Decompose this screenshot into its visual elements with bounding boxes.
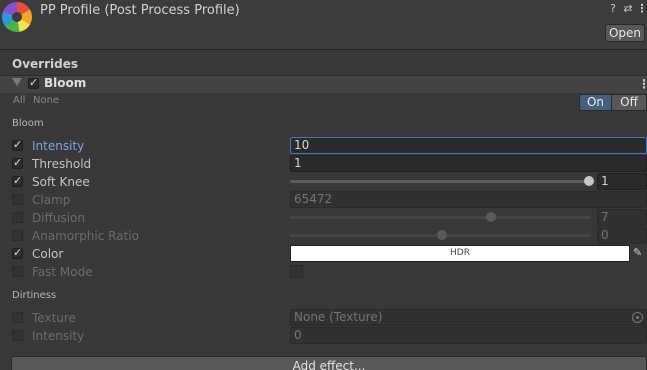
- texture-object-field[interactable]: None (Texture): [290, 309, 647, 326]
- dirt-intensity-override-checkbox[interactable]: [12, 330, 23, 341]
- threshold-override-checkbox[interactable]: [12, 156, 23, 169]
- on-toggle-button[interactable]: On: [579, 94, 612, 111]
- fast-mode-checkbox[interactable]: [290, 265, 303, 278]
- add-effect-button[interactable]: Add effect...: [11, 356, 647, 370]
- diffusion-slider-thumb[interactable]: [486, 212, 496, 222]
- diffusion-override-checkbox[interactable]: [12, 212, 23, 223]
- profile-title: PP Profile (Post Process Profile): [40, 3, 240, 18]
- open-button[interactable]: Open: [605, 24, 645, 42]
- overrides-heading: Overrides: [12, 57, 78, 71]
- soft-knee-field[interactable]: 1: [597, 173, 647, 190]
- fast-mode-override-checkbox[interactable]: [12, 266, 23, 277]
- clamp-field[interactable]: 65472: [290, 191, 647, 208]
- anamorphic-ratio-override-checkbox[interactable]: [12, 230, 23, 241]
- color-override-checkbox[interactable]: [12, 246, 23, 259]
- object-picker-icon[interactable]: [632, 312, 643, 323]
- soft-knee-label: Soft Knee: [32, 175, 90, 189]
- post-process-profile-logo-icon: [2, 2, 32, 32]
- intensity-override-checkbox[interactable]: [12, 138, 23, 151]
- intensity-label: Intensity: [32, 139, 85, 153]
- soft-knee-slider[interactable]: [290, 180, 591, 183]
- settings-sliders-icon[interactable]: ⇄: [622, 3, 634, 15]
- texture-override-checkbox[interactable]: [12, 312, 23, 323]
- soft-knee-slider-thumb[interactable]: [584, 176, 594, 186]
- all-link[interactable]: All: [13, 95, 25, 106]
- clamp-override-checkbox[interactable]: [12, 194, 23, 205]
- none-link[interactable]: None: [33, 95, 59, 106]
- color-swatch-field[interactable]: HDR: [290, 245, 630, 262]
- section-dirtiness: Dirtiness: [12, 290, 57, 301]
- kebab-menu-icon[interactable]: ⋮: [636, 3, 647, 15]
- effect-enabled-checkbox[interactable]: [28, 76, 39, 89]
- effect-header-bar[interactable]: [0, 75, 647, 93]
- color-label: Color: [32, 247, 64, 261]
- effect-name: Bloom: [44, 76, 87, 90]
- dirt-intensity-field[interactable]: 0: [290, 327, 647, 344]
- anamorphic-ratio-label: Anamorphic Ratio: [32, 229, 139, 243]
- soft-knee-override-checkbox[interactable]: [12, 174, 23, 187]
- anamorphic-ratio-field[interactable]: 0: [597, 227, 647, 244]
- threshold-field[interactable]: 1: [290, 155, 647, 172]
- anamorphic-ratio-slider-thumb[interactable]: [437, 230, 447, 240]
- diffusion-label: Diffusion: [32, 211, 85, 225]
- diffusion-field[interactable]: 7: [597, 209, 647, 226]
- effect-menu-icon[interactable]: ⋮: [638, 77, 647, 91]
- diffusion-slider[interactable]: [290, 216, 591, 219]
- intensity-field[interactable]: 10: [290, 137, 647, 154]
- dirt-intensity-label: Intensity: [32, 329, 85, 343]
- clamp-label: Clamp: [32, 193, 71, 207]
- collapse-triangle-icon[interactable]: [12, 78, 22, 86]
- threshold-label: Threshold: [32, 157, 92, 171]
- texture-label: Texture: [32, 311, 76, 325]
- section-bloom: Bloom: [12, 118, 44, 129]
- off-toggle-button[interactable]: Off: [612, 94, 647, 111]
- eyedropper-icon[interactable]: ✎: [633, 246, 647, 260]
- fast-mode-label: Fast Mode: [32, 265, 93, 279]
- help-icon[interactable]: ?: [607, 3, 619, 15]
